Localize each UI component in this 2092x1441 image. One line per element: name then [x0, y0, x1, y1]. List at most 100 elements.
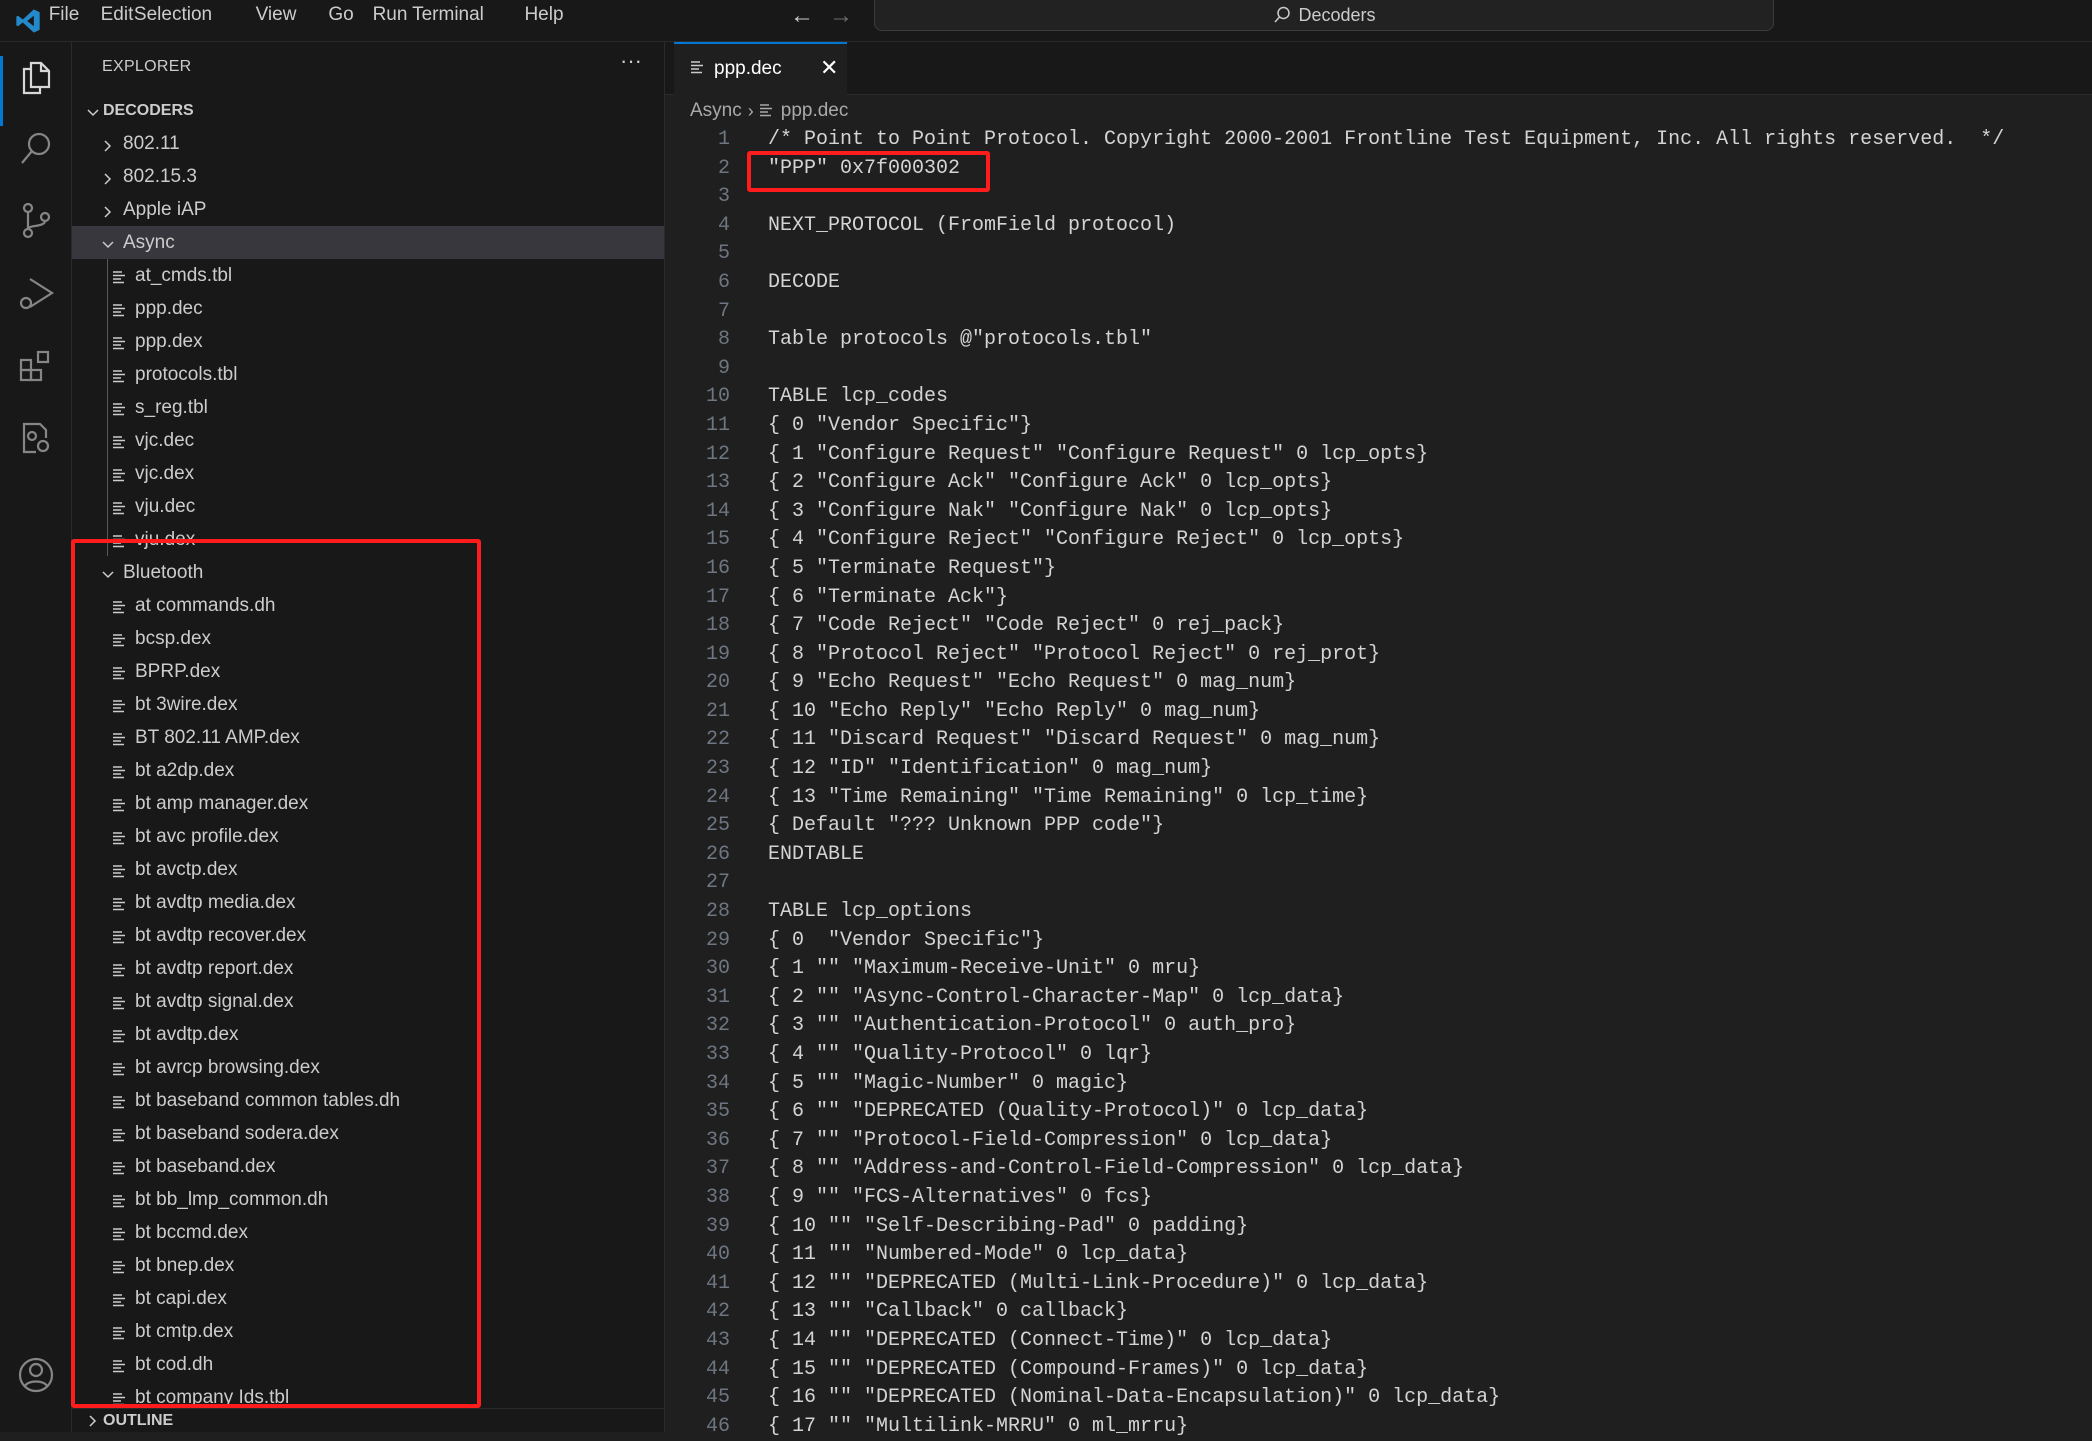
file-label: ppp.dec: [135, 297, 203, 319]
tree-folder-802-15-3[interactable]: 802.15.3: [72, 160, 664, 193]
more-actions-button[interactable]: ···: [620, 48, 642, 74]
tree-file-bt-bnep-dex[interactable]: bt bnep.dex: [72, 1249, 664, 1282]
tree-file-bt-3wire-dex[interactable]: bt 3wire.dex: [72, 688, 664, 721]
tree-file-bt-avdtp-report-dex[interactable]: bt avdtp report.dex: [72, 952, 664, 985]
file-text-icon: [113, 1160, 126, 1174]
tree-root-decoders[interactable]: DECODERS: [72, 94, 664, 127]
tree-file-bt-802-11-amp-dex[interactable]: BT 802.11 AMP.dex: [72, 721, 664, 754]
code-line: 32 { 3 "" "Authentication-Protocol" 0 aut…: [665, 1012, 2092, 1041]
menu-help[interactable]: Help: [524, 0, 563, 32]
tree-file-vjc-dec[interactable]: vjc.dec: [72, 424, 664, 457]
account-icon[interactable]: [16, 1355, 56, 1395]
tree-file-bt-avctp-dex[interactable]: bt avctp.dex: [72, 853, 664, 886]
line-number: 12: [705, 442, 730, 466]
file-text-icon: [759, 104, 772, 117]
chevron-right-icon: ›: [747, 100, 754, 121]
tree-file-bprp-dex[interactable]: BPRP.dex: [72, 655, 664, 688]
line-number: 38: [705, 1185, 730, 1209]
file-label: vjc.dec: [135, 429, 195, 451]
menu-view[interactable]: View: [256, 0, 297, 32]
tree-file-bt-avc-profile-dex[interactable]: bt avc profile.dex: [72, 820, 664, 853]
line-text: NEXT_PROTOCOL (FromField protocol): [768, 213, 1177, 237]
source-control-icon[interactable]: [16, 200, 56, 240]
remote-settings-icon[interactable]: [16, 418, 56, 458]
code-editor[interactable]: 1 /* Point to Point Protocol. Copyright 2…: [665, 126, 2092, 1441]
file-label: bt company Ids.tbl: [135, 1386, 290, 1408]
vscode-logo-icon: [16, 9, 40, 33]
file-label: s_reg.tbl: [135, 396, 208, 418]
tree-file-at-commands-dh[interactable]: at commands.dh: [72, 589, 664, 622]
menu-edit[interactable]: Edit: [101, 0, 134, 32]
explorer-icon[interactable]: [16, 57, 56, 97]
command-center-search[interactable]: Decoders: [874, 0, 1774, 31]
tree-file-bt-avdtp-dex[interactable]: bt avdtp.dex: [72, 1018, 664, 1051]
folder-label: 802.15.3: [123, 165, 197, 187]
tree-file-at-cmds-tbl[interactable]: at_cmds.tbl: [72, 259, 664, 292]
search-icon[interactable]: [16, 128, 56, 168]
forward-button[interactable]: →: [829, 2, 853, 30]
code-line: 42 { 13 "" "Callback" 0 callback}: [665, 1298, 2092, 1327]
close-tab-button[interactable]: ✕: [820, 55, 838, 81]
tree-file-bt-baseband-common-tables-dh[interactable]: bt baseband common tables.dh: [72, 1084, 664, 1117]
tree-folder-apple-iap[interactable]: Apple iAP: [72, 193, 664, 226]
menu-selection[interactable]: Selection: [134, 0, 212, 32]
tree-file-bt-avrcp-browsing-dex[interactable]: bt avrcp browsing.dex: [72, 1051, 664, 1084]
line-text: { 8 "" "Address-and-Control-Field-Compre…: [768, 1157, 1465, 1181]
tree-file-bt-avdtp-media-dex[interactable]: bt avdtp media.dex: [72, 886, 664, 919]
back-button[interactable]: ←: [790, 2, 814, 30]
menu-run[interactable]: Run: [373, 0, 408, 32]
file-label: bt avdtp media.dex: [135, 891, 296, 913]
tree-file-bt-bb-lmp-common-dh[interactable]: bt bb_lmp_common.dh: [72, 1183, 664, 1216]
tree-file-bcsp-dex[interactable]: bcsp.dex: [72, 622, 664, 655]
file-label: BT 802.11 AMP.dex: [135, 726, 300, 748]
outline-section[interactable]: OUTLINE: [72, 1408, 664, 1432]
code-line: 13 { 2 "Configure Ack" "Configure Ack" 0 …: [665, 469, 2092, 498]
tree-file-bt-baseband-sodera-dex[interactable]: bt baseband sodera.dex: [72, 1117, 664, 1150]
line-number: 29: [705, 928, 730, 952]
menu-go[interactable]: Go: [328, 0, 353, 32]
tree-folder-async[interactable]: Async: [72, 226, 664, 259]
line-number: 42: [705, 1300, 730, 1324]
breadcrumb-file[interactable]: ppp.dec: [781, 100, 849, 122]
tree-file-bt-bccmd-dex[interactable]: bt bccmd.dex: [72, 1216, 664, 1249]
tree-file-protocols-tbl[interactable]: protocols.tbl: [72, 358, 664, 391]
tree-file-vjc-dex[interactable]: vjc.dex: [72, 457, 664, 490]
file-text-icon: [113, 599, 126, 613]
tree-file-bt-cmtp-dex[interactable]: bt cmtp.dex: [72, 1315, 664, 1348]
menu-file[interactable]: File: [49, 0, 80, 32]
file-label: BPRP.dex: [135, 660, 221, 682]
line-text: { 12 "ID" "Identification" 0 mag_num}: [768, 757, 1213, 781]
tree-file-bt-avdtp-signal-dex[interactable]: bt avdtp signal.dex: [72, 985, 664, 1018]
tab-label: ppp.dec: [714, 58, 782, 79]
line-number: 35: [705, 1100, 730, 1124]
tree-file-bt-avdtp-recover-dex[interactable]: bt avdtp recover.dex: [72, 919, 664, 952]
run-debug-icon[interactable]: [16, 273, 56, 313]
line-text: { 13 "" "Callback" 0 callback}: [768, 1300, 1129, 1324]
tree-file-bt-baseband-dex[interactable]: bt baseband.dex: [72, 1150, 664, 1183]
tree-folder-bluetooth[interactable]: Bluetooth: [72, 556, 664, 589]
code-line: 11 { 0 "Vendor Specific"}: [665, 412, 2092, 441]
extensions-icon[interactable]: [16, 346, 56, 386]
line-text: { 3 "" "Authentication-Protocol" 0 auth_…: [768, 1014, 1297, 1038]
breadcrumb-folder[interactable]: Async: [690, 100, 742, 122]
file-label: bt baseband common tables.dh: [135, 1089, 401, 1111]
tree-file-ppp-dec[interactable]: ppp.dec: [72, 292, 664, 325]
line-number: 41: [705, 1271, 730, 1295]
tree-file-ppp-dex[interactable]: ppp.dex: [72, 325, 664, 358]
tree-file-bt-amp-manager-dex[interactable]: bt amp manager.dex: [72, 787, 664, 820]
tree-file-vju-dec[interactable]: vju.dec: [72, 490, 664, 523]
tree-file-s-reg-tbl[interactable]: s_reg.tbl: [72, 391, 664, 424]
file-label: bt avdtp.dex: [135, 1023, 239, 1045]
tree-file-bt-capi-dex[interactable]: bt capi.dex: [72, 1282, 664, 1315]
tree-folder-802-11[interactable]: 802.11: [72, 127, 664, 160]
tab-ppp-dec[interactable]: ppp.dec ✕: [674, 42, 847, 95]
menu-terminal[interactable]: Terminal: [412, 0, 484, 32]
line-text: { 3 "Configure Nak" "Configure Nak" 0 lc…: [768, 499, 1333, 523]
file-text-icon: [113, 1391, 126, 1405]
tree-file-bt-a2dp-dex[interactable]: bt a2dp.dex: [72, 754, 664, 787]
tree-file-bt-cod-dh[interactable]: bt cod.dh: [72, 1348, 664, 1381]
line-number: 18: [705, 614, 730, 638]
tree-file-vju-dex[interactable]: vju.dex: [72, 523, 664, 556]
line-text: { 10 "Echo Reply" "Echo Reply" 0 mag_num…: [768, 699, 1261, 723]
file-label: vjc.dex: [135, 462, 195, 484]
